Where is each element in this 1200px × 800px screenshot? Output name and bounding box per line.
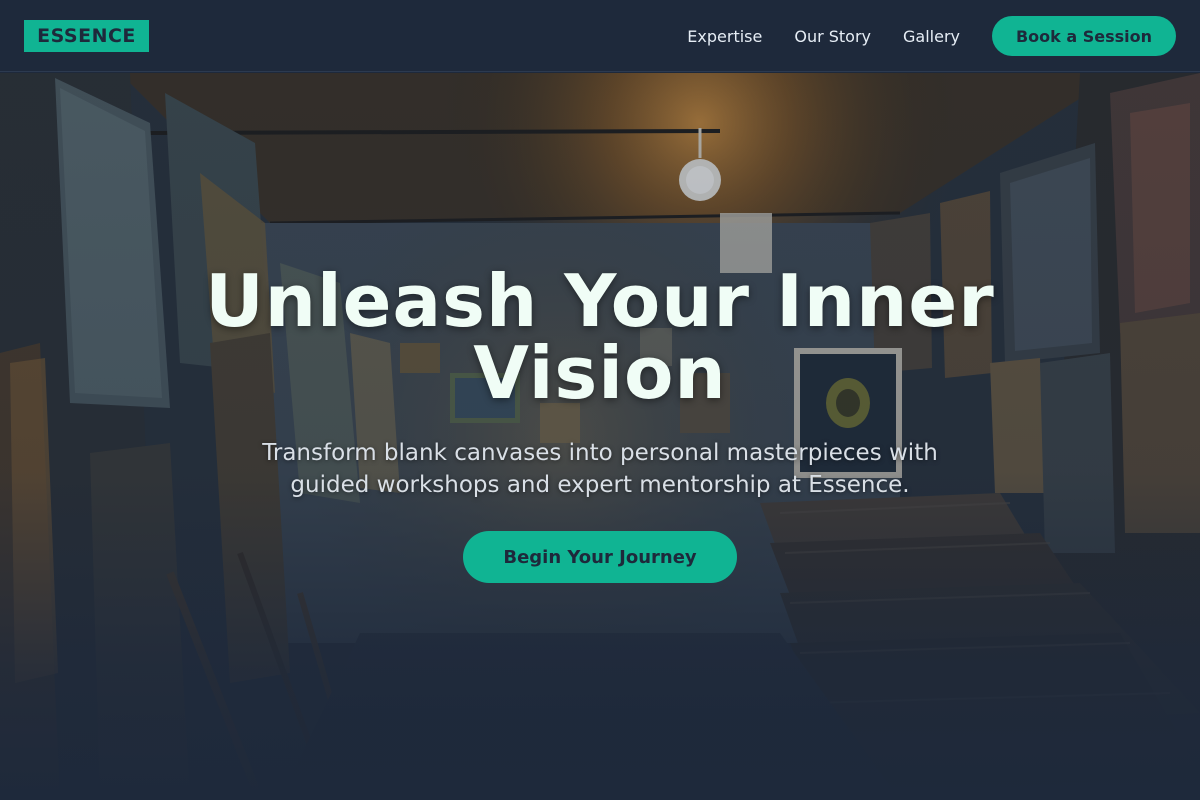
main-nav: Expertise Our Story Gallery [687,0,960,72]
hero-section: Unleash Your Inner Vision Transform blan… [0,73,1200,800]
begin-journey-button[interactable]: Begin Your Journey [463,531,737,583]
top-navbar: ESSENCE Expertise Our Story Gallery Book… [0,0,1200,72]
landing-page: ESSENCE Expertise Our Story Gallery Book… [0,0,1200,800]
book-session-button[interactable]: Book a Session [992,16,1176,56]
hero-content: Unleash Your Inner Vision Transform blan… [200,265,1000,583]
hero-title: Unleash Your Inner Vision [205,259,995,415]
brand-logo[interactable]: ESSENCE [24,20,149,52]
hero-subtitle: Transform blank canvases into personal m… [262,440,938,498]
nav-link-our-story[interactable]: Our Story [794,27,871,46]
nav-link-expertise[interactable]: Expertise [687,27,762,46]
nav-link-gallery[interactable]: Gallery [903,27,960,46]
